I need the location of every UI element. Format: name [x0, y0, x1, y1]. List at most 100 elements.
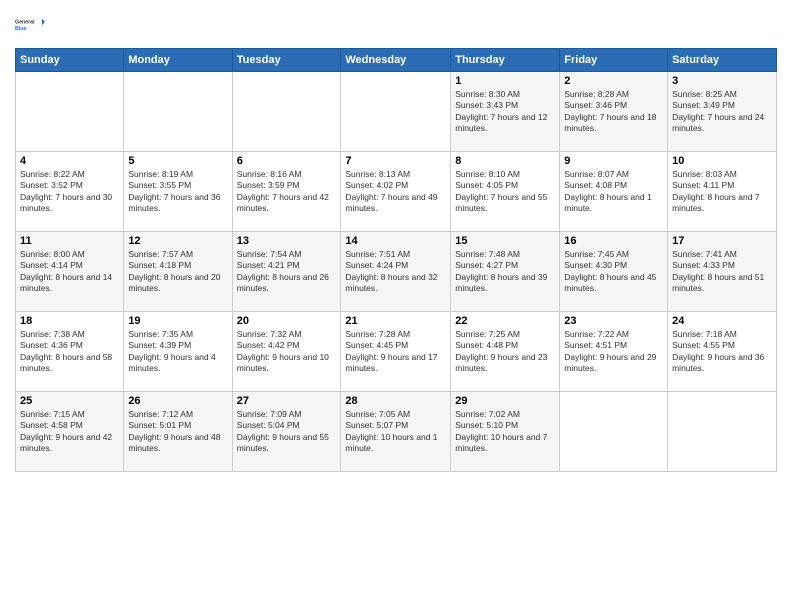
day-info: Sunrise: 7:28 AMSunset: 4:45 PMDaylight:…: [345, 329, 446, 375]
calendar-cell: 1 Sunrise: 8:30 AMSunset: 3:43 PMDaylight…: [451, 72, 560, 152]
page: General Blue SundayMondayTuesdayWednesda…: [0, 0, 792, 482]
day-number: 25: [20, 395, 119, 407]
calendar-cell: [668, 392, 777, 472]
day-info: Sunrise: 7:41 AMSunset: 4:33 PMDaylight:…: [672, 249, 772, 295]
day-info: Sunrise: 7:15 AMSunset: 4:58 PMDaylight:…: [20, 409, 119, 455]
week-row-4: 18 Sunrise: 7:38 AMSunset: 4:36 PMDayligh…: [16, 312, 777, 392]
calendar-cell: 12 Sunrise: 7:57 AMSunset: 4:18 PMDayligh…: [124, 232, 232, 312]
day-number: 9: [564, 155, 663, 167]
day-number: 17: [672, 235, 772, 247]
calendar-cell: 5Sunrise: 8:19 AMSunset: 3:55 PMDaylight…: [124, 152, 232, 232]
calendar-cell: [341, 72, 451, 152]
calendar-cell: 18 Sunrise: 7:38 AMSunset: 4:36 PMDayligh…: [16, 312, 124, 392]
calendar-cell: 22 Sunrise: 7:25 AMSunset: 4:48 PMDayligh…: [451, 312, 560, 392]
calendar-cell: 17 Sunrise: 7:41 AMSunset: 4:33 PMDayligh…: [668, 232, 777, 312]
calendar-cell: 29 Sunrise: 7:02 AMSunset: 5:10 PMDayligh…: [451, 392, 560, 472]
day-number: 11: [20, 235, 119, 247]
calendar-cell: 10Sunrise: 8:03 AMSunset: 4:11 PMDayligh…: [668, 152, 777, 232]
svg-text:General: General: [15, 19, 35, 25]
calendar-cell: 19 Sunrise: 7:35 AMSunset: 4:39 PMDayligh…: [124, 312, 232, 392]
calendar-cell: 28 Sunrise: 7:05 AMSunset: 5:07 PMDayligh…: [341, 392, 451, 472]
weekday-header-monday: Monday: [124, 49, 232, 72]
calendar-cell: 9 Sunrise: 8:07 AMSunset: 4:08 PMDaylight…: [560, 152, 668, 232]
day-number: 24: [672, 315, 772, 327]
day-number: 26: [128, 395, 227, 407]
day-info: Sunrise: 8:00 AMSunset: 4:14 PMDaylight:…: [20, 249, 119, 295]
day-info: Sunrise: 8:10 AMSunset: 4:05 PMDaylight:…: [455, 169, 555, 215]
calendar-cell: 4 Sunrise: 8:22 AMSunset: 3:52 PMDaylight…: [16, 152, 124, 232]
calendar-cell: 15 Sunrise: 7:48 AMSunset: 4:27 PMDayligh…: [451, 232, 560, 312]
day-number: 28: [345, 395, 446, 407]
day-info: Sunrise: 8:28 AMSunset: 3:46 PMDaylight:…: [564, 89, 663, 135]
logo-icon: General Blue: [15, 10, 45, 40]
day-info: Sunrise: 7:48 AMSunset: 4:27 PMDaylight:…: [455, 249, 555, 295]
calendar-cell: 2 Sunrise: 8:28 AMSunset: 3:46 PMDaylight…: [560, 72, 668, 152]
calendar-cell: 14 Sunrise: 7:51 AMSunset: 4:24 PMDayligh…: [341, 232, 451, 312]
day-number: 22: [455, 315, 555, 327]
day-number: 16: [564, 235, 663, 247]
day-info: Sunrise: 7:35 AMSunset: 4:39 PMDaylight:…: [128, 329, 227, 375]
day-number: 29: [455, 395, 555, 407]
day-info: Sunrise: 7:51 AMSunset: 4:24 PMDaylight:…: [345, 249, 446, 295]
day-number: 21: [345, 315, 446, 327]
calendar-cell: 27 Sunrise: 7:09 AMSunset: 5:04 PMDayligh…: [232, 392, 341, 472]
calendar-cell: 25 Sunrise: 7:15 AMSunset: 4:58 PMDayligh…: [16, 392, 124, 472]
day-info: Sunrise: 7:57 AMSunset: 4:18 PMDaylight:…: [128, 249, 227, 295]
day-info: Sunrise: 7:54 AMSunset: 4:21 PMDaylight:…: [237, 249, 337, 295]
day-info: Sunrise: 8:22 AMSunset: 3:52 PMDaylight:…: [20, 169, 119, 215]
header: General Blue: [15, 10, 777, 40]
day-number: 6: [237, 155, 337, 167]
calendar-cell: 20 Sunrise: 7:32 AMSunset: 4:42 PMDayligh…: [232, 312, 341, 392]
day-info: Sunrise: 7:02 AMSunset: 5:10 PMDaylight:…: [455, 409, 555, 455]
day-number: 10: [672, 155, 772, 167]
week-row-2: 4 Sunrise: 8:22 AMSunset: 3:52 PMDaylight…: [16, 152, 777, 232]
svg-text:Blue: Blue: [15, 26, 26, 32]
day-number: 23: [564, 315, 663, 327]
day-info: Sunrise: 8:30 AMSunset: 3:43 PMDaylight:…: [455, 89, 555, 135]
day-number: 12: [128, 235, 227, 247]
calendar-cell: 26 Sunrise: 7:12 AMSunset: 5:01 PMDayligh…: [124, 392, 232, 472]
day-info: Sunrise: 7:12 AMSunset: 5:01 PMDaylight:…: [128, 409, 227, 455]
weekday-header-tuesday: Tuesday: [232, 49, 341, 72]
calendar-table: SundayMondayTuesdayWednesdayThursdayFrid…: [15, 48, 777, 472]
week-row-5: 25 Sunrise: 7:15 AMSunset: 4:58 PMDayligh…: [16, 392, 777, 472]
calendar-cell: 6Sunrise: 8:16 AMSunset: 3:59 PMDaylight…: [232, 152, 341, 232]
day-number: 5: [128, 155, 227, 167]
day-number: 14: [345, 235, 446, 247]
day-number: 15: [455, 235, 555, 247]
day-number: 27: [237, 395, 337, 407]
calendar-cell: 8 Sunrise: 8:10 AMSunset: 4:05 PMDaylight…: [451, 152, 560, 232]
day-number: 7: [345, 155, 446, 167]
calendar-cell: [560, 392, 668, 472]
day-info: Sunrise: 7:45 AMSunset: 4:30 PMDaylight:…: [564, 249, 663, 295]
calendar-cell: 16 Sunrise: 7:45 AMSunset: 4:30 PMDayligh…: [560, 232, 668, 312]
day-number: 3: [672, 75, 772, 87]
day-number: 18: [20, 315, 119, 327]
day-info: Sunrise: 7:32 AMSunset: 4:42 PMDaylight:…: [237, 329, 337, 375]
day-info: Sunrise: 7:38 AMSunset: 4:36 PMDaylight:…: [20, 329, 119, 375]
calendar-cell: 3 Sunrise: 8:25 AMSunset: 3:49 PMDaylight…: [668, 72, 777, 152]
logo: General Blue: [15, 10, 45, 40]
day-number: 4: [20, 155, 119, 167]
weekday-header-thursday: Thursday: [451, 49, 560, 72]
day-info: Sunrise: 7:25 AMSunset: 4:48 PMDaylight:…: [455, 329, 555, 375]
calendar-cell: 13Sunrise: 7:54 AMSunset: 4:21 PMDayligh…: [232, 232, 341, 312]
weekday-header-sunday: Sunday: [16, 49, 124, 72]
day-number: 20: [237, 315, 337, 327]
day-info: Sunrise: 8:25 AMSunset: 3:49 PMDaylight:…: [672, 89, 772, 135]
day-info: Sunrise: 7:09 AMSunset: 5:04 PMDaylight:…: [237, 409, 337, 455]
calendar-cell: 7 Sunrise: 8:13 AMSunset: 4:02 PMDaylight…: [341, 152, 451, 232]
day-number: 1: [455, 75, 555, 87]
calendar-cell: [232, 72, 341, 152]
calendar-cell: [16, 72, 124, 152]
calendar-cell: [124, 72, 232, 152]
day-info: Sunrise: 8:07 AMSunset: 4:08 PMDaylight:…: [564, 169, 663, 215]
day-info: Sunrise: 7:05 AMSunset: 5:07 PMDaylight:…: [345, 409, 446, 455]
day-number: 2: [564, 75, 663, 87]
day-number: 19: [128, 315, 227, 327]
day-number: 8: [455, 155, 555, 167]
week-row-1: 1 Sunrise: 8:30 AMSunset: 3:43 PMDaylight…: [16, 72, 777, 152]
weekday-header-wednesday: Wednesday: [341, 49, 451, 72]
day-info: Sunrise: 8:13 AMSunset: 4:02 PMDaylight:…: [345, 169, 446, 215]
weekday-header-friday: Friday: [560, 49, 668, 72]
